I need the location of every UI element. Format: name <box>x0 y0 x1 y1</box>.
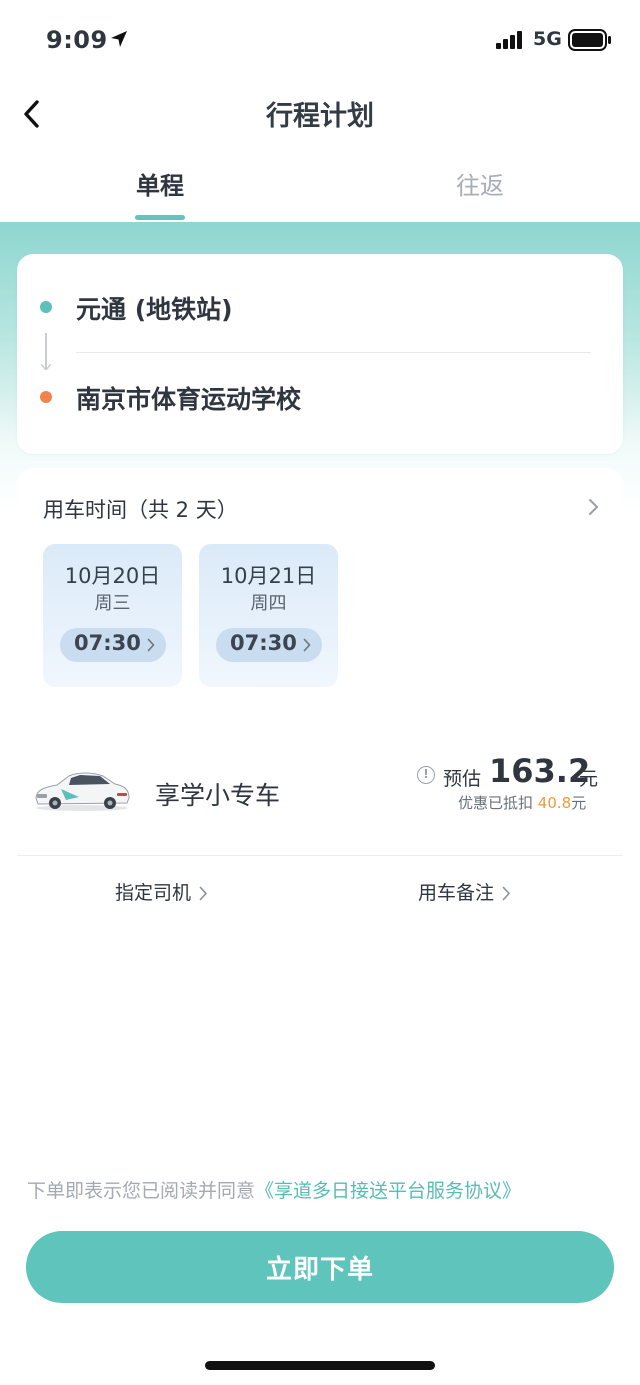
divider <box>17 855 623 856</box>
destination-text[interactable]: 南京市体育运动学校 <box>76 380 301 416</box>
tab-active-indicator <box>135 215 185 220</box>
schedule-title: 用车时间（共 2 天） <box>43 498 238 522</box>
location-arrow-icon <box>111 31 127 47</box>
discount-info: 优惠已抵扣 40.8元 <box>458 792 586 813</box>
submit-order-button[interactable]: 立即下单 <box>26 1231 614 1303</box>
chevron-right-icon <box>303 638 311 652</box>
agreement-text: 下单即表示您已阅读并同意 <box>27 1180 256 1202</box>
time-pill[interactable]: 07:30 <box>60 628 166 662</box>
origin-dot <box>40 301 52 313</box>
car-image <box>35 772 130 811</box>
chip-date: 10月21日 <box>220 564 317 588</box>
chevron-right-icon[interactable] <box>588 498 600 516</box>
discount-amount: 40.8 <box>537 794 572 812</box>
pill-time: 07:30 <box>74 631 141 655</box>
estimate-price: 163.2 <box>489 752 591 790</box>
status-bar: 9:09 5G <box>0 0 640 80</box>
assign-driver-label: 指定司机 <box>115 882 192 904</box>
origin-text[interactable]: 元通 (地铁站) <box>76 290 233 326</box>
chevron-right-icon <box>199 886 207 901</box>
chevron-right-icon <box>502 886 510 901</box>
status-time: 9:09 <box>46 26 108 54</box>
page-title: 行程计划 <box>266 101 374 132</box>
signal-icon <box>496 31 522 49</box>
discount-unit: 元 <box>571 794 587 812</box>
tab-one-way[interactable]: 单程 <box>100 166 220 201</box>
agreement-link[interactable]: 《享道多日接送平台服务协议》 <box>255 1180 521 1202</box>
divider <box>76 352 591 353</box>
price-unit: 元 <box>579 768 599 790</box>
agreement-notice: 下单即表示您已阅读并同意《享道多日接送平台服务协议》 <box>27 1176 521 1203</box>
network-type: 5G <box>533 28 562 50</box>
chip-weekday: 周三 <box>94 593 131 614</box>
ride-note-label: 用车备注 <box>418 882 495 904</box>
info-icon[interactable]: ! <box>417 766 435 784</box>
date-chip[interactable]: 10月20日 周三 07:30 <box>43 544 182 687</box>
assign-driver-option[interactable]: 指定司机 <box>115 878 208 905</box>
time-pill[interactable]: 07:30 <box>216 628 322 662</box>
battery-icon <box>568 29 611 51</box>
route-arrow-icon <box>41 364 51 370</box>
car-card: 享学小专车 ! 预估 163.2 元 优惠已抵扣 40.8元 指定司机 用车备注 <box>17 728 623 926</box>
ride-note-option[interactable]: 用车备注 <box>418 878 511 905</box>
pill-time: 07:30 <box>230 631 297 655</box>
schedule-card[interactable]: 用车时间（共 2 天） 10月20日 周三 07:30 10月21日 周四 07… <box>17 468 623 713</box>
tab-round-trip[interactable]: 往返 <box>420 166 540 201</box>
chevron-right-icon <box>147 638 155 652</box>
home-indicator[interactable] <box>205 1361 435 1370</box>
chip-weekday: 周四 <box>250 593 287 614</box>
destination-dot <box>40 391 52 403</box>
estimate-label: 预估 <box>443 768 482 790</box>
route-card: 元通 (地铁站) 南京市体育运动学校 <box>17 254 623 454</box>
car-type-name: 享学小专车 <box>155 781 281 810</box>
date-chip[interactable]: 10月21日 周四 07:30 <box>199 544 338 687</box>
discount-prefix: 优惠已抵扣 <box>458 794 534 812</box>
chip-date: 10月20日 <box>64 564 161 588</box>
